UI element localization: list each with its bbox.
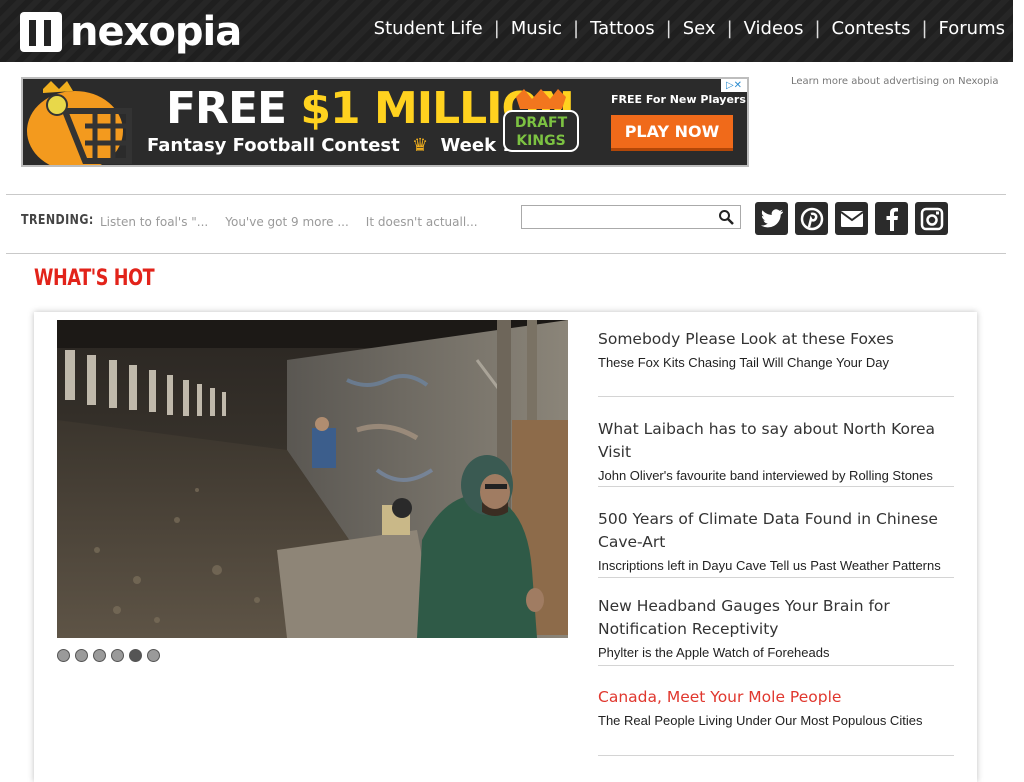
logo-mark-icon bbox=[20, 12, 62, 52]
story-title[interactable]: Somebody Please Look at these Foxes bbox=[598, 328, 954, 351]
mail-icon[interactable] bbox=[835, 202, 868, 235]
nav-sex[interactable]: Sex bbox=[683, 18, 716, 39]
hero-photo bbox=[57, 320, 568, 638]
trending-label: TRENDING: bbox=[21, 213, 94, 228]
logo-text: nexopia bbox=[70, 9, 242, 55]
nav-separator: | bbox=[665, 18, 672, 39]
trending-item[interactable]: It doesn't actuall... bbox=[366, 215, 478, 229]
nav-separator: | bbox=[814, 18, 821, 39]
story-item[interactable]: 500 Years of Climate Data Found in Chine… bbox=[598, 487, 954, 578]
site-logo[interactable]: nexopia bbox=[20, 9, 242, 55]
pinterest-icon[interactable] bbox=[795, 202, 828, 235]
play-now-button[interactable]: PLAY NOW bbox=[611, 115, 733, 151]
ad-new-players: FREE For New Players bbox=[611, 93, 746, 106]
trending-item[interactable]: You've got 9 more ... bbox=[225, 215, 349, 229]
slider-dot-active[interactable] bbox=[129, 649, 142, 662]
svg-text:DRAFT: DRAFT bbox=[515, 115, 568, 131]
slider-dot[interactable] bbox=[75, 649, 88, 662]
instagram-icon[interactable] bbox=[915, 202, 948, 235]
story-desc: John Oliver's favourite band interviewed… bbox=[598, 468, 933, 483]
story-desc: Inscriptions left in Dayu Cave Tell us P… bbox=[598, 558, 941, 573]
story-title[interactable]: 500 Years of Climate Data Found in Chine… bbox=[598, 508, 954, 554]
search-input[interactable] bbox=[521, 205, 741, 229]
search-icon[interactable] bbox=[718, 209, 734, 225]
facebook-icon[interactable] bbox=[875, 202, 908, 235]
slider-dot[interactable] bbox=[93, 649, 106, 662]
football-helmet-icon bbox=[27, 81, 132, 165]
top-header: nexopia Student Life | Music | Tattoos |… bbox=[0, 0, 1013, 62]
divider bbox=[6, 194, 1006, 195]
slider-dots bbox=[57, 649, 160, 662]
advertising-link[interactable]: Learn more about advertising on Nexopia bbox=[791, 76, 999, 87]
nav-separator: | bbox=[493, 18, 500, 39]
nav-contests[interactable]: Contests bbox=[832, 18, 911, 39]
nav-separator: | bbox=[921, 18, 928, 39]
story-item[interactable]: Somebody Please Look at these Foxes Thes… bbox=[598, 320, 954, 397]
main-nav: Student Life | Music | Tattoos | Sex | V… bbox=[374, 18, 1005, 39]
hero-image[interactable] bbox=[57, 320, 568, 638]
twitter-icon[interactable] bbox=[755, 202, 788, 235]
ad-banner[interactable]: FREE $1 MILLION Fantasy Football Contest… bbox=[21, 77, 749, 167]
story-item[interactable]: Canada, Meet Your Mole People The Real P… bbox=[598, 666, 954, 756]
story-list: Somebody Please Look at these Foxes Thes… bbox=[598, 320, 954, 756]
story-item[interactable]: New Headband Gauges Your Brain for Notif… bbox=[598, 578, 954, 666]
story-title[interactable]: New Headband Gauges Your Brain for Notif… bbox=[598, 595, 954, 641]
crown-icon: ♛ bbox=[412, 135, 429, 156]
ad-headline-free: FREE bbox=[166, 83, 287, 134]
nav-videos[interactable]: Videos bbox=[744, 18, 804, 39]
adchoices-icon[interactable]: ▷✕ bbox=[721, 79, 747, 92]
social-links bbox=[755, 202, 948, 235]
nav-separator: | bbox=[572, 18, 580, 39]
story-desc: Phylter is the Apple Watch of Foreheads bbox=[598, 645, 830, 660]
story-title[interactable]: What Laibach has to say about North Kore… bbox=[598, 418, 954, 464]
featured-card: Somebody Please Look at these Foxes Thes… bbox=[34, 312, 977, 782]
nav-forums[interactable]: Forums bbox=[939, 18, 1005, 39]
trending-list: Listen to foal's "... You've got 9 more … bbox=[100, 215, 478, 229]
ad-subline: Fantasy Football Contest ♛ Week 1 bbox=[147, 135, 515, 156]
draftkings-logo: DRAFT KINGS bbox=[503, 89, 579, 152]
nav-tattoos[interactable]: Tattoos bbox=[590, 18, 655, 39]
section-title: WHAT'S HOT bbox=[34, 266, 155, 291]
ad-subline-left: Fantasy Football Contest bbox=[147, 135, 400, 156]
svg-text:KINGS: KINGS bbox=[516, 133, 565, 149]
slider-dot[interactable] bbox=[57, 649, 70, 662]
slider-dot[interactable] bbox=[147, 649, 160, 662]
nav-music[interactable]: Music bbox=[511, 18, 562, 39]
story-title[interactable]: Canada, Meet Your Mole People bbox=[598, 686, 954, 709]
story-item[interactable]: What Laibach has to say about North Kore… bbox=[598, 397, 954, 487]
story-desc: These Fox Kits Chasing Tail Will Change … bbox=[598, 355, 889, 370]
nav-separator: | bbox=[726, 18, 733, 39]
nav-student-life[interactable]: Student Life bbox=[374, 18, 483, 39]
trending-item[interactable]: Listen to foal's "... bbox=[100, 215, 208, 229]
slider-dot[interactable] bbox=[111, 649, 124, 662]
story-desc: The Real People Living Under Our Most Po… bbox=[598, 713, 923, 728]
divider bbox=[6, 253, 1006, 254]
